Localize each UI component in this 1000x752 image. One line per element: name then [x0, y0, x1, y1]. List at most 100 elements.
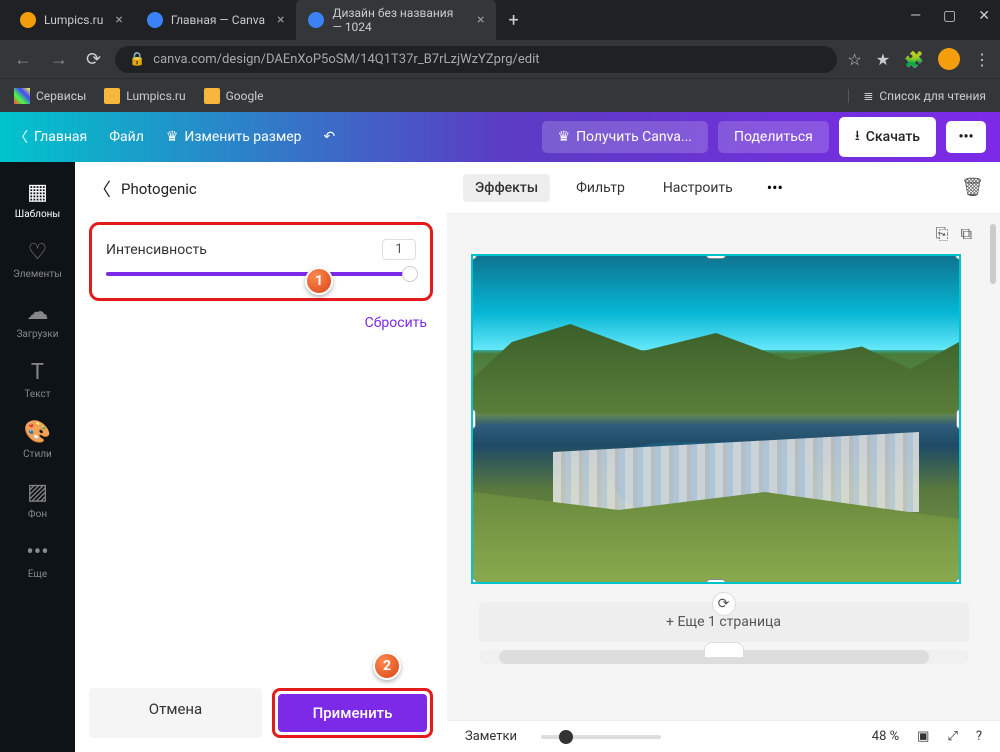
expand-tab[interactable]: [704, 642, 744, 658]
zoom-slider[interactable]: [541, 735, 661, 739]
close-icon[interactable]: ✕: [978, 8, 990, 24]
panel-back-button[interactable]: 〈: [93, 176, 111, 202]
resize-handle[interactable]: [955, 578, 961, 584]
rail-styles[interactable]: 🎨Стили: [0, 410, 75, 470]
zoom-value[interactable]: 48 %: [872, 729, 899, 744]
panel-title: Photogenic: [121, 180, 197, 198]
intensity-label: Интенсивность: [106, 242, 207, 258]
zoom-thumb[interactable]: [559, 730, 573, 744]
resize-menu[interactable]: ♛ Изменить размер: [166, 129, 302, 145]
tab-close-icon[interactable]: ×: [115, 12, 122, 28]
cancel-button[interactable]: Отмена: [89, 688, 262, 738]
resize-handle[interactable]: [471, 254, 477, 260]
url-text: canva.com/design/DAEnXoP5oSM/14Q1T37r_B7…: [153, 52, 539, 67]
window-controls: — ▢ ✕: [910, 8, 990, 24]
tab-lumpics[interactable]: Lumpics.ru ×: [8, 4, 135, 36]
duplicate-page-icon[interactable]: ⎘: [936, 224, 949, 244]
menu-icon[interactable]: ⋮: [974, 50, 990, 69]
get-canva-pro-button[interactable]: ♛ Получить Canva...: [542, 121, 708, 153]
toolbar-adjust[interactable]: Настроить: [651, 174, 745, 202]
fullscreen-icon[interactable]: ⤢: [947, 729, 957, 744]
undo-button[interactable]: ↶: [324, 129, 336, 145]
tab-close-icon[interactable]: ×: [477, 12, 484, 28]
browser-tabs: Lumpics.ru × Главная — Canva × Дизайн бе…: [0, 0, 1000, 40]
minimize-icon[interactable]: —: [910, 8, 921, 24]
new-tab-button[interactable]: +: [496, 10, 530, 31]
folder-icon: [104, 88, 120, 104]
add-page-icon[interactable]: ⧉: [961, 224, 972, 244]
rail-more[interactable]: •••Еще: [0, 530, 75, 590]
add-page-button[interactable]: ⟳ + Еще 1 страница: [479, 602, 969, 642]
extensions-icon[interactable]: 🧩: [904, 50, 924, 69]
reload-button[interactable]: ⟳: [82, 45, 105, 74]
effects-panel: 〈 Photogenic Интенсивность 1 Сбросить 1 …: [75, 162, 447, 752]
canvas-area: Эффекты Фильтр Настроить ••• 🗑 ⎘ ⧉: [447, 162, 1000, 752]
reading-list-button[interactable]: ≣ Список для чтения: [848, 89, 986, 103]
tab-title: Lumpics.ru: [44, 13, 103, 27]
vertical-scrollbar[interactable]: [990, 224, 996, 284]
notes-button[interactable]: Заметки: [465, 729, 517, 744]
share-button[interactable]: Поделиться: [718, 121, 829, 153]
resize-handle[interactable]: [706, 254, 726, 259]
background-icon: ▨: [27, 480, 48, 505]
home-link[interactable]: 〈 Главная: [14, 127, 87, 147]
annotation-step-2: 2: [373, 652, 401, 680]
forward-button[interactable]: →: [46, 45, 72, 74]
reset-link[interactable]: Сбросить: [75, 307, 447, 339]
canvas-body[interactable]: ⎘ ⧉ ⟳ + Еще 1 страница: [447, 214, 1000, 720]
uploads-icon: ☁: [27, 300, 49, 325]
templates-icon: ▦: [27, 180, 48, 205]
rail-uploads[interactable]: ☁Загрузки: [0, 290, 75, 350]
intensity-control-highlight: Интенсивность 1: [89, 222, 433, 301]
selected-image[interactable]: [471, 254, 961, 584]
intensity-value-input[interactable]: 1: [382, 239, 416, 260]
tab-canva-home[interactable]: Главная — Canva ×: [135, 4, 297, 36]
bookmark-google[interactable]: Google: [204, 88, 264, 104]
maximize-icon[interactable]: ▢: [943, 8, 956, 24]
canva-top-bar: 〈 Главная Файл ♛ Изменить размер ↶ ♛ Пол…: [0, 112, 1000, 162]
bookmark-services[interactable]: Сервисы: [14, 88, 86, 104]
elements-icon: ♡: [28, 240, 48, 265]
favicon-icon: [308, 12, 324, 28]
folder-icon: [204, 88, 220, 104]
rail-text[interactable]: TТекст: [0, 350, 75, 410]
crown-icon: ♛: [166, 129, 179, 145]
tab-close-icon[interactable]: ×: [277, 12, 284, 28]
rail-elements[interactable]: ♡Элементы: [0, 230, 75, 290]
rail-templates[interactable]: ▦Шаблоны: [0, 170, 75, 230]
toolbar-effects[interactable]: Эффекты: [463, 174, 550, 202]
back-button[interactable]: ←: [10, 45, 36, 74]
extension-icon[interactable]: ★: [876, 50, 890, 69]
intensity-slider[interactable]: [106, 272, 416, 276]
bookmark-lumpics[interactable]: Lumpics.ru: [104, 88, 185, 104]
favicon-icon: [147, 12, 163, 28]
tab-canva-design[interactable]: Дизайн без названия — 1024 ×: [296, 0, 496, 42]
download-button[interactable]: ⭳ Скачать: [839, 117, 936, 157]
resize-handle[interactable]: [956, 409, 961, 429]
bookmarks-bar: Сервисы Lumpics.ru Google ≣ Список для ч…: [0, 78, 1000, 112]
file-menu[interactable]: Файл: [109, 129, 144, 145]
slider-thumb[interactable]: [402, 266, 418, 282]
download-icon: ⭳: [855, 125, 860, 149]
canvas-toolbar: Эффекты Фильтр Настроить ••• 🗑: [447, 162, 1000, 214]
resize-handle[interactable]: [706, 579, 726, 584]
resize-handle[interactable]: [471, 409, 476, 429]
help-icon[interactable]: ?: [976, 729, 982, 744]
apply-button[interactable]: Применить: [278, 694, 427, 732]
resize-handle[interactable]: [955, 254, 961, 260]
bookmark-star-icon[interactable]: ☆: [847, 50, 861, 69]
chevron-left-icon: 〈: [14, 127, 28, 147]
horizontal-scrollbar[interactable]: [479, 650, 969, 664]
address-row: ← → ⟳ 🔒 canva.com/design/DAEnXoP5oSM/14Q…: [0, 40, 1000, 78]
address-bar[interactable]: 🔒 canva.com/design/DAEnXoP5oSM/14Q1T37r_…: [115, 46, 837, 73]
rail-background[interactable]: ▨Фон: [0, 470, 75, 530]
more-button[interactable]: •••: [946, 121, 986, 153]
profile-avatar[interactable]: [938, 48, 960, 70]
toolbar-more[interactable]: •••: [759, 172, 791, 203]
delete-button[interactable]: 🗑: [961, 177, 984, 198]
more-icon: •••: [26, 540, 48, 565]
sync-icon: ⟳: [712, 592, 736, 616]
list-icon: ≣: [863, 89, 873, 103]
grid-view-icon[interactable]: ▣: [917, 729, 929, 744]
toolbar-filter[interactable]: Фильтр: [564, 174, 637, 202]
